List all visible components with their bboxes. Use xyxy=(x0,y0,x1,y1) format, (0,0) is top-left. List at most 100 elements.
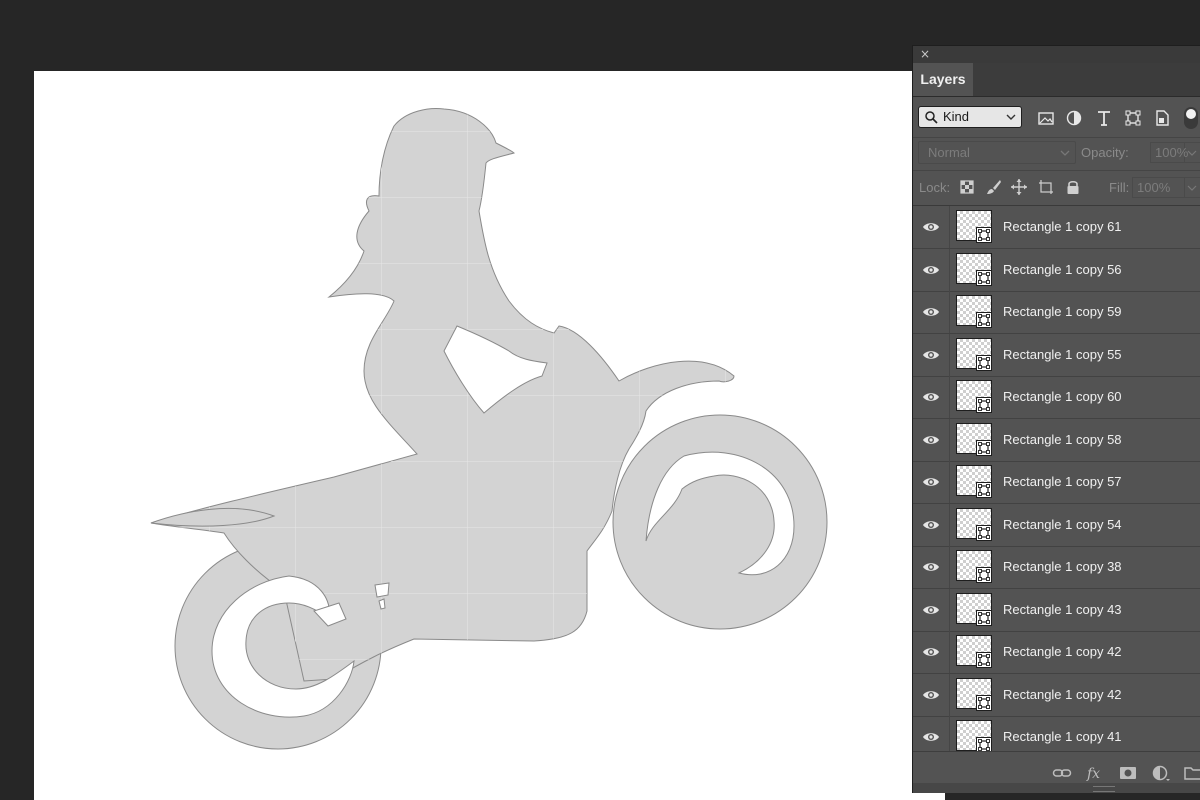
motocross-rider-silhouette xyxy=(150,108,828,750)
shape-layer-badge-icon xyxy=(976,227,992,243)
shape-filter-icon[interactable] xyxy=(1124,109,1142,127)
adjustment-layer-icon[interactable] xyxy=(1151,764,1171,782)
adjustment-filter-icon[interactable] xyxy=(1065,109,1083,127)
layer-row[interactable]: Rectangle 1 copy 58 xyxy=(913,418,1200,462)
visibility-eye-icon[interactable] xyxy=(922,729,940,745)
divider xyxy=(949,461,950,503)
blend-mode-value: Normal xyxy=(928,145,970,160)
divider xyxy=(949,248,950,291)
front-wheel xyxy=(612,414,828,630)
shape-layer-badge-icon xyxy=(976,354,992,371)
layer-row[interactable]: Rectangle 1 copy 56 xyxy=(913,248,1200,292)
layer-name: Rectangle 1 copy 38 xyxy=(1003,559,1122,574)
shape-layer-badge-icon xyxy=(976,737,992,751)
visibility-eye-icon[interactable] xyxy=(922,219,940,235)
layer-row[interactable]: Rectangle 1 copy 55 xyxy=(913,333,1200,377)
layer-row[interactable]: Rectangle 1 copy 42 xyxy=(913,631,1200,674)
svg-text:fx: fx xyxy=(1086,766,1100,782)
chevron-down-icon xyxy=(1187,150,1197,156)
visibility-eye-icon[interactable] xyxy=(922,389,940,405)
fill-label: Fill: xyxy=(1109,180,1130,195)
close-panel-button[interactable]: × xyxy=(918,47,932,61)
shape-layer-badge-icon xyxy=(976,524,992,541)
frame-hole xyxy=(374,582,390,598)
filter-kind-select[interactable]: Kind xyxy=(918,106,1022,128)
lock-artboard-icon[interactable] xyxy=(1037,178,1055,196)
layer-name: Rectangle 1 copy 42 xyxy=(1003,686,1122,702)
visibility-eye-icon[interactable] xyxy=(922,687,940,703)
divider xyxy=(949,503,950,546)
filter-toggle-switch[interactable] xyxy=(1184,107,1198,129)
lock-all-padlock-icon[interactable] xyxy=(1064,178,1082,196)
lock-image-pixels-brush-icon[interactable] xyxy=(985,178,1003,196)
divider xyxy=(949,418,950,461)
divider xyxy=(949,546,950,588)
divider xyxy=(949,631,950,673)
divider xyxy=(949,333,950,376)
fx-layer-style-icon[interactable]: fx xyxy=(1085,764,1105,782)
shape-layer-badge-icon xyxy=(976,609,992,626)
layer-name: Rectangle 1 copy 58 xyxy=(1003,431,1122,447)
layer-row[interactable]: Rectangle 1 copy 54 xyxy=(913,503,1200,547)
layer-name: Rectangle 1 copy 57 xyxy=(1003,474,1122,489)
divider xyxy=(949,588,950,631)
visibility-eye-icon[interactable] xyxy=(922,559,940,575)
search-icon xyxy=(925,111,938,124)
layer-row[interactable]: Rectangle 1 copy 61 xyxy=(913,206,1200,249)
visibility-eye-icon[interactable] xyxy=(922,304,940,320)
image-filter-icon[interactable] xyxy=(1037,109,1055,127)
shape-layer-badge-icon xyxy=(976,694,992,711)
visibility-eye-icon[interactable] xyxy=(922,432,940,448)
smart-object-filter-icon[interactable] xyxy=(1153,109,1171,127)
fill-input[interactable]: 100% xyxy=(1132,177,1185,198)
link-layers-icon[interactable] xyxy=(1052,764,1072,782)
shape-layer-badge-icon xyxy=(976,397,992,413)
layer-row[interactable]: Rectangle 1 copy 60 xyxy=(913,376,1200,419)
layer-name: Rectangle 1 copy 59 xyxy=(1003,304,1122,319)
opacity-dropdown[interactable] xyxy=(1185,142,1200,163)
visibility-eye-icon[interactable] xyxy=(922,262,940,278)
type-filter-icon[interactable] xyxy=(1095,109,1113,127)
visibility-eye-icon[interactable] xyxy=(922,517,940,533)
fill-dropdown[interactable] xyxy=(1185,177,1200,198)
divider xyxy=(949,673,950,716)
visibility-eye-icon[interactable] xyxy=(922,602,940,618)
grip-lines xyxy=(1093,786,1115,792)
divider xyxy=(949,376,950,418)
shape-layer-badge-icon xyxy=(976,269,992,286)
layer-row[interactable]: Rectangle 1 copy 42 xyxy=(913,673,1200,717)
layer-row[interactable]: Rectangle 1 copy 59 xyxy=(913,291,1200,334)
visibility-eye-icon[interactable] xyxy=(922,347,940,363)
blend-mode-select[interactable]: Normal xyxy=(918,141,1076,164)
shape-layer-badge-icon xyxy=(976,439,992,456)
layer-name: Rectangle 1 copy 43 xyxy=(1003,601,1122,617)
visibility-eye-icon[interactable] xyxy=(922,644,940,660)
layer-row[interactable]: Rectangle 1 copy 38 xyxy=(913,546,1200,589)
lock-position-move-icon[interactable] xyxy=(1010,178,1028,196)
shape-layer-badge-icon xyxy=(976,567,992,583)
lock-fill-row: Lock: Fill: 100% xyxy=(913,170,1200,204)
add-mask-icon[interactable] xyxy=(1118,764,1138,782)
shape-layer-badge-icon xyxy=(976,312,992,328)
layer-name: Rectangle 1 copy 55 xyxy=(1003,346,1122,362)
layer-name: Rectangle 1 copy 41 xyxy=(1003,729,1122,744)
lock-transparent-pixels-icon[interactable] xyxy=(958,178,976,196)
layer-row[interactable]: Rectangle 1 copy 57 xyxy=(913,461,1200,504)
new-group-folder-icon[interactable] xyxy=(1183,764,1200,782)
visibility-eye-icon[interactable] xyxy=(922,474,940,490)
tab-layers[interactable]: Layers xyxy=(913,63,973,96)
layer-row[interactable]: Rectangle 1 copy 41 xyxy=(913,716,1200,751)
opacity-input[interactable]: 100% xyxy=(1150,142,1188,163)
document-canvas[interactable] xyxy=(34,71,945,800)
shape-layer-badge-icon xyxy=(976,652,992,668)
layers-panel: × Layers Kind Normal Opacity: 100% Lock:… xyxy=(912,45,1200,793)
layer-filter-row: Kind xyxy=(913,97,1200,137)
filter-kind-label: Kind xyxy=(943,109,970,124)
panel-resize-grip[interactable] xyxy=(913,783,1200,793)
layer-name: Rectangle 1 copy 61 xyxy=(1003,219,1122,234)
layer-name: Rectangle 1 copy 54 xyxy=(1003,516,1122,532)
chevron-down-icon xyxy=(1006,114,1016,120)
panel-title-bar[interactable]: × xyxy=(913,46,1200,63)
layer-row[interactable]: Rectangle 1 copy 43 xyxy=(913,588,1200,632)
layer-name: Rectangle 1 copy 60 xyxy=(1003,389,1122,404)
